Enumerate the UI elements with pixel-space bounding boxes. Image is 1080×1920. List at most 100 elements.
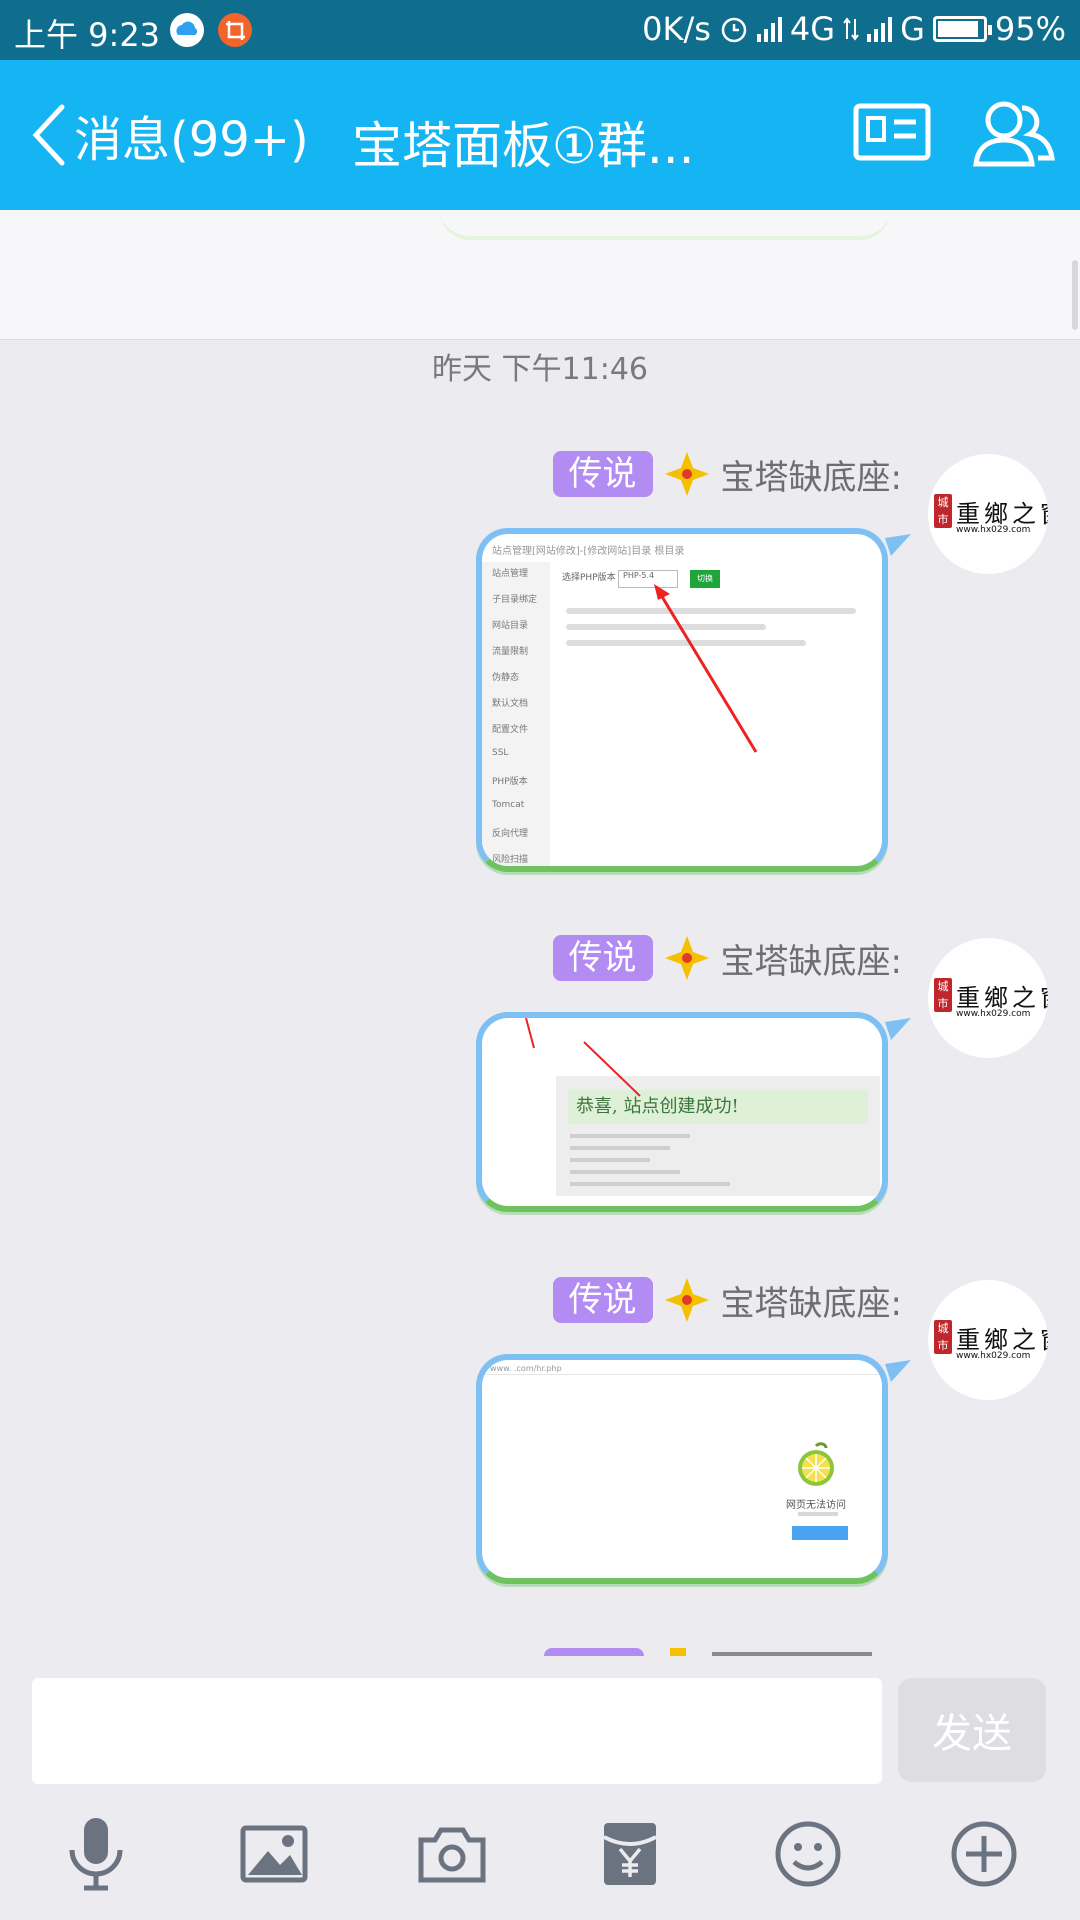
sender-title-badge: 传说 [552,451,653,497]
rank-star-icon [664,1278,709,1322]
sidebar-item: 配置文件 [492,725,529,735]
signal-icon-2 [867,16,893,42]
sender-name[interactable]: 宝塔缺底座: [721,934,902,983]
text-line [570,1170,680,1174]
sidebar-item: PHP版本 [492,777,528,787]
signal-icon [756,16,782,42]
bubble-tail [885,534,911,556]
avatar-seal: 城市 [934,1320,952,1354]
avatar[interactable]: 城市 重鄉之窗 www.hx029.com [928,454,1048,574]
scrollbar[interactable] [1072,260,1078,330]
message-timestamp: 昨天 下午11:46 [432,352,648,387]
chevron-left-icon [32,104,65,166]
camera-icon [418,1827,486,1883]
partial-badge [544,1648,644,1656]
status-time: 上午 9:23 [14,16,161,54]
group-members-icon[interactable] [970,96,1060,170]
avatar-url: www.hx029.com [956,1351,1031,1361]
network-type-1: 4G [789,10,836,48]
address-divider [482,1374,882,1375]
emoji-button[interactable] [768,1814,848,1894]
battery-level: 95% [994,10,1066,48]
bubble-tail [885,1018,911,1040]
back-button[interactable]: 消息(99+) [30,100,309,170]
retry-button [792,1526,848,1540]
sidebar-item: 网站目录 [492,621,529,631]
red-packet-icon [603,1823,657,1885]
image-icon [240,1825,308,1883]
voice-button[interactable] [56,1814,136,1894]
sender-name[interactable]: 宝塔缺底座: [721,1276,902,1325]
bubble-tail [885,1360,911,1382]
sender-row: 传说 宝塔缺底座: [552,934,902,983]
screenshot-url-bar: 站点管理[网站修改]-[修改网站]目录 根目录 [492,546,685,556]
screenshot-sidebar: 站点管理 子目录绑定 网站目录 流量限制 伪静态 默认文档 配置文件 SSL P… [482,562,550,866]
php-select-label: 选择PHP版本 [562,573,616,583]
sidebar-item: 风险扫描 [492,855,529,865]
previous-message-area [0,210,1080,340]
image-message-bubble[interactable]: 站点管理[网站修改]-[修改网站]目录 根目录 站点管理 子目录绑定 网站目录 … [476,528,888,872]
text-line [570,1146,670,1150]
sidebar-item: 默认文档 [492,699,529,709]
image-button[interactable] [234,1814,314,1894]
avatar[interactable]: 城市 重鄉之窗 www.hx029.com [928,938,1048,1058]
sender-name[interactable]: 宝塔缺底座: [721,450,902,499]
image-message-bubble[interactable]: www. .com/hr.php 网页无法访问 [476,1354,888,1584]
red-packet-button[interactable] [590,1814,670,1894]
sender-title-badge: 传说 [552,935,653,981]
input-bar: 发送 [0,1656,1080,1920]
sidebar-item: Tomcat [492,800,525,810]
avatar-seal: 城市 [934,494,952,528]
text-line [798,1512,838,1516]
alarm-icon [721,17,747,43]
more-button[interactable] [944,1814,1024,1894]
text-line [570,1158,650,1162]
sidebar-item: 流量限制 [492,647,529,657]
back-label: 消息(99+) [74,112,309,168]
microphone-icon [69,1818,123,1891]
emoji-icon [775,1821,841,1887]
battery-icon [932,16,992,42]
red-arrow-annotation [525,1018,641,1097]
avatar-url: www.hx029.com [956,1009,1031,1019]
next-message-partial [0,1648,1080,1656]
avatar-calligraphy: 重鄉之窗 [956,984,1048,1012]
previous-bubble-edge [440,210,890,240]
group-profile-card-icon[interactable] [852,100,932,164]
avatar-url: www.hx029.com [956,525,1031,535]
sender-title-badge: 传说 [552,1277,653,1323]
red-arrow-annotation [654,584,758,753]
crop-app-icon [218,13,252,47]
sidebar-item: SSL [492,748,509,758]
sidebar-item: 站点管理 [492,569,529,579]
send-button[interactable]: 发送 [898,1678,1046,1782]
lime-icon [798,1442,834,1486]
chat-title: 宝塔面板①群... [352,117,695,175]
status-bar: 上午 9:23 0K/s 4G G 95% [0,0,1080,60]
avatar-calligraphy: 重鄉之窗 [956,500,1048,528]
sidebar-item: 子目录绑定 [492,595,538,605]
input-toolbar [0,1814,1080,1914]
sender-row: 传说 宝塔缺底座: [552,1276,902,1325]
partial-star-icon [670,1648,686,1656]
text-line [570,1182,730,1186]
sidebar-item: 伪静态 [492,673,520,683]
sender-row: 传说 宝塔缺底座: [552,450,902,499]
cloud-app-icon [170,13,204,47]
plus-icon [951,1821,1017,1887]
avatar-seal: 城市 [934,978,952,1012]
title-bar: 消息(99+) 宝塔面板①群... [0,60,1080,210]
rank-star-icon [664,452,709,496]
rank-star-icon [664,936,709,980]
camera-button[interactable] [412,1814,492,1894]
screenshot-address: www. .com/hr.php [490,1364,562,1373]
error-caption: 网页无法访问 [786,1500,846,1511]
sidebar-item: 反向代理 [492,829,529,839]
message-input[interactable] [32,1678,882,1784]
avatar[interactable]: 城市 重鄉之窗 www.hx029.com [928,1280,1048,1400]
data-arrows-icon [843,17,859,41]
image-message-bubble[interactable]: 恭喜, 站点创建成功! [476,1012,888,1212]
avatar-calligraphy: 重鄉之窗 [956,1326,1048,1354]
text-line [570,1134,690,1138]
network-type-2: G [900,10,925,48]
